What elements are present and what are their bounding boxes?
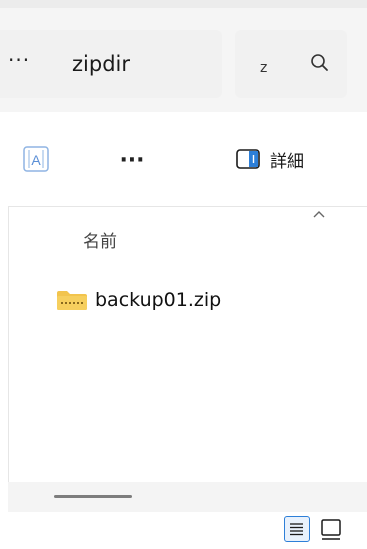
horizontal-scrollbar[interactable]	[8, 482, 367, 512]
list-view-icon	[290, 523, 303, 536]
breadcrumb-overflow-button[interactable]: ···	[8, 48, 30, 72]
address-bar[interactable]: ··· zipdir	[0, 30, 222, 98]
column-header-name[interactable]: 名前	[83, 227, 117, 252]
search-icon[interactable]	[307, 50, 333, 76]
file-explorer-window: ··· zipdir z A ··· 詳細 名前 backup01.zip	[0, 0, 367, 549]
address-toolbar: ··· zipdir z	[0, 0, 367, 112]
more-options-button[interactable]: ···	[108, 146, 156, 176]
breadcrumb-current-folder[interactable]: zipdir	[72, 52, 130, 76]
svg-text:A: A	[31, 152, 41, 168]
chevron-up-icon[interactable]	[309, 207, 329, 223]
details-pane-icon	[236, 149, 260, 169]
file-list-pane: 名前 backup01.zip	[8, 206, 367, 512]
search-input[interactable]: z	[260, 60, 267, 76]
details-pane-button[interactable]: 詳細	[234, 144, 304, 174]
large-icons-view-icon[interactable]	[318, 516, 344, 542]
translate-icon[interactable]: A	[20, 144, 54, 174]
search-box[interactable]: z	[235, 30, 347, 98]
list-item[interactable]: backup01.zip	[55, 285, 221, 315]
file-name: backup01.zip	[95, 289, 222, 311]
details-label: 詳細	[270, 151, 304, 172]
scrollbar-thumb[interactable]	[54, 495, 132, 498]
details-view-button[interactable]	[284, 516, 310, 542]
command-bar: A ··· 詳細	[0, 122, 367, 202]
zip-folder-icon	[57, 291, 87, 310]
